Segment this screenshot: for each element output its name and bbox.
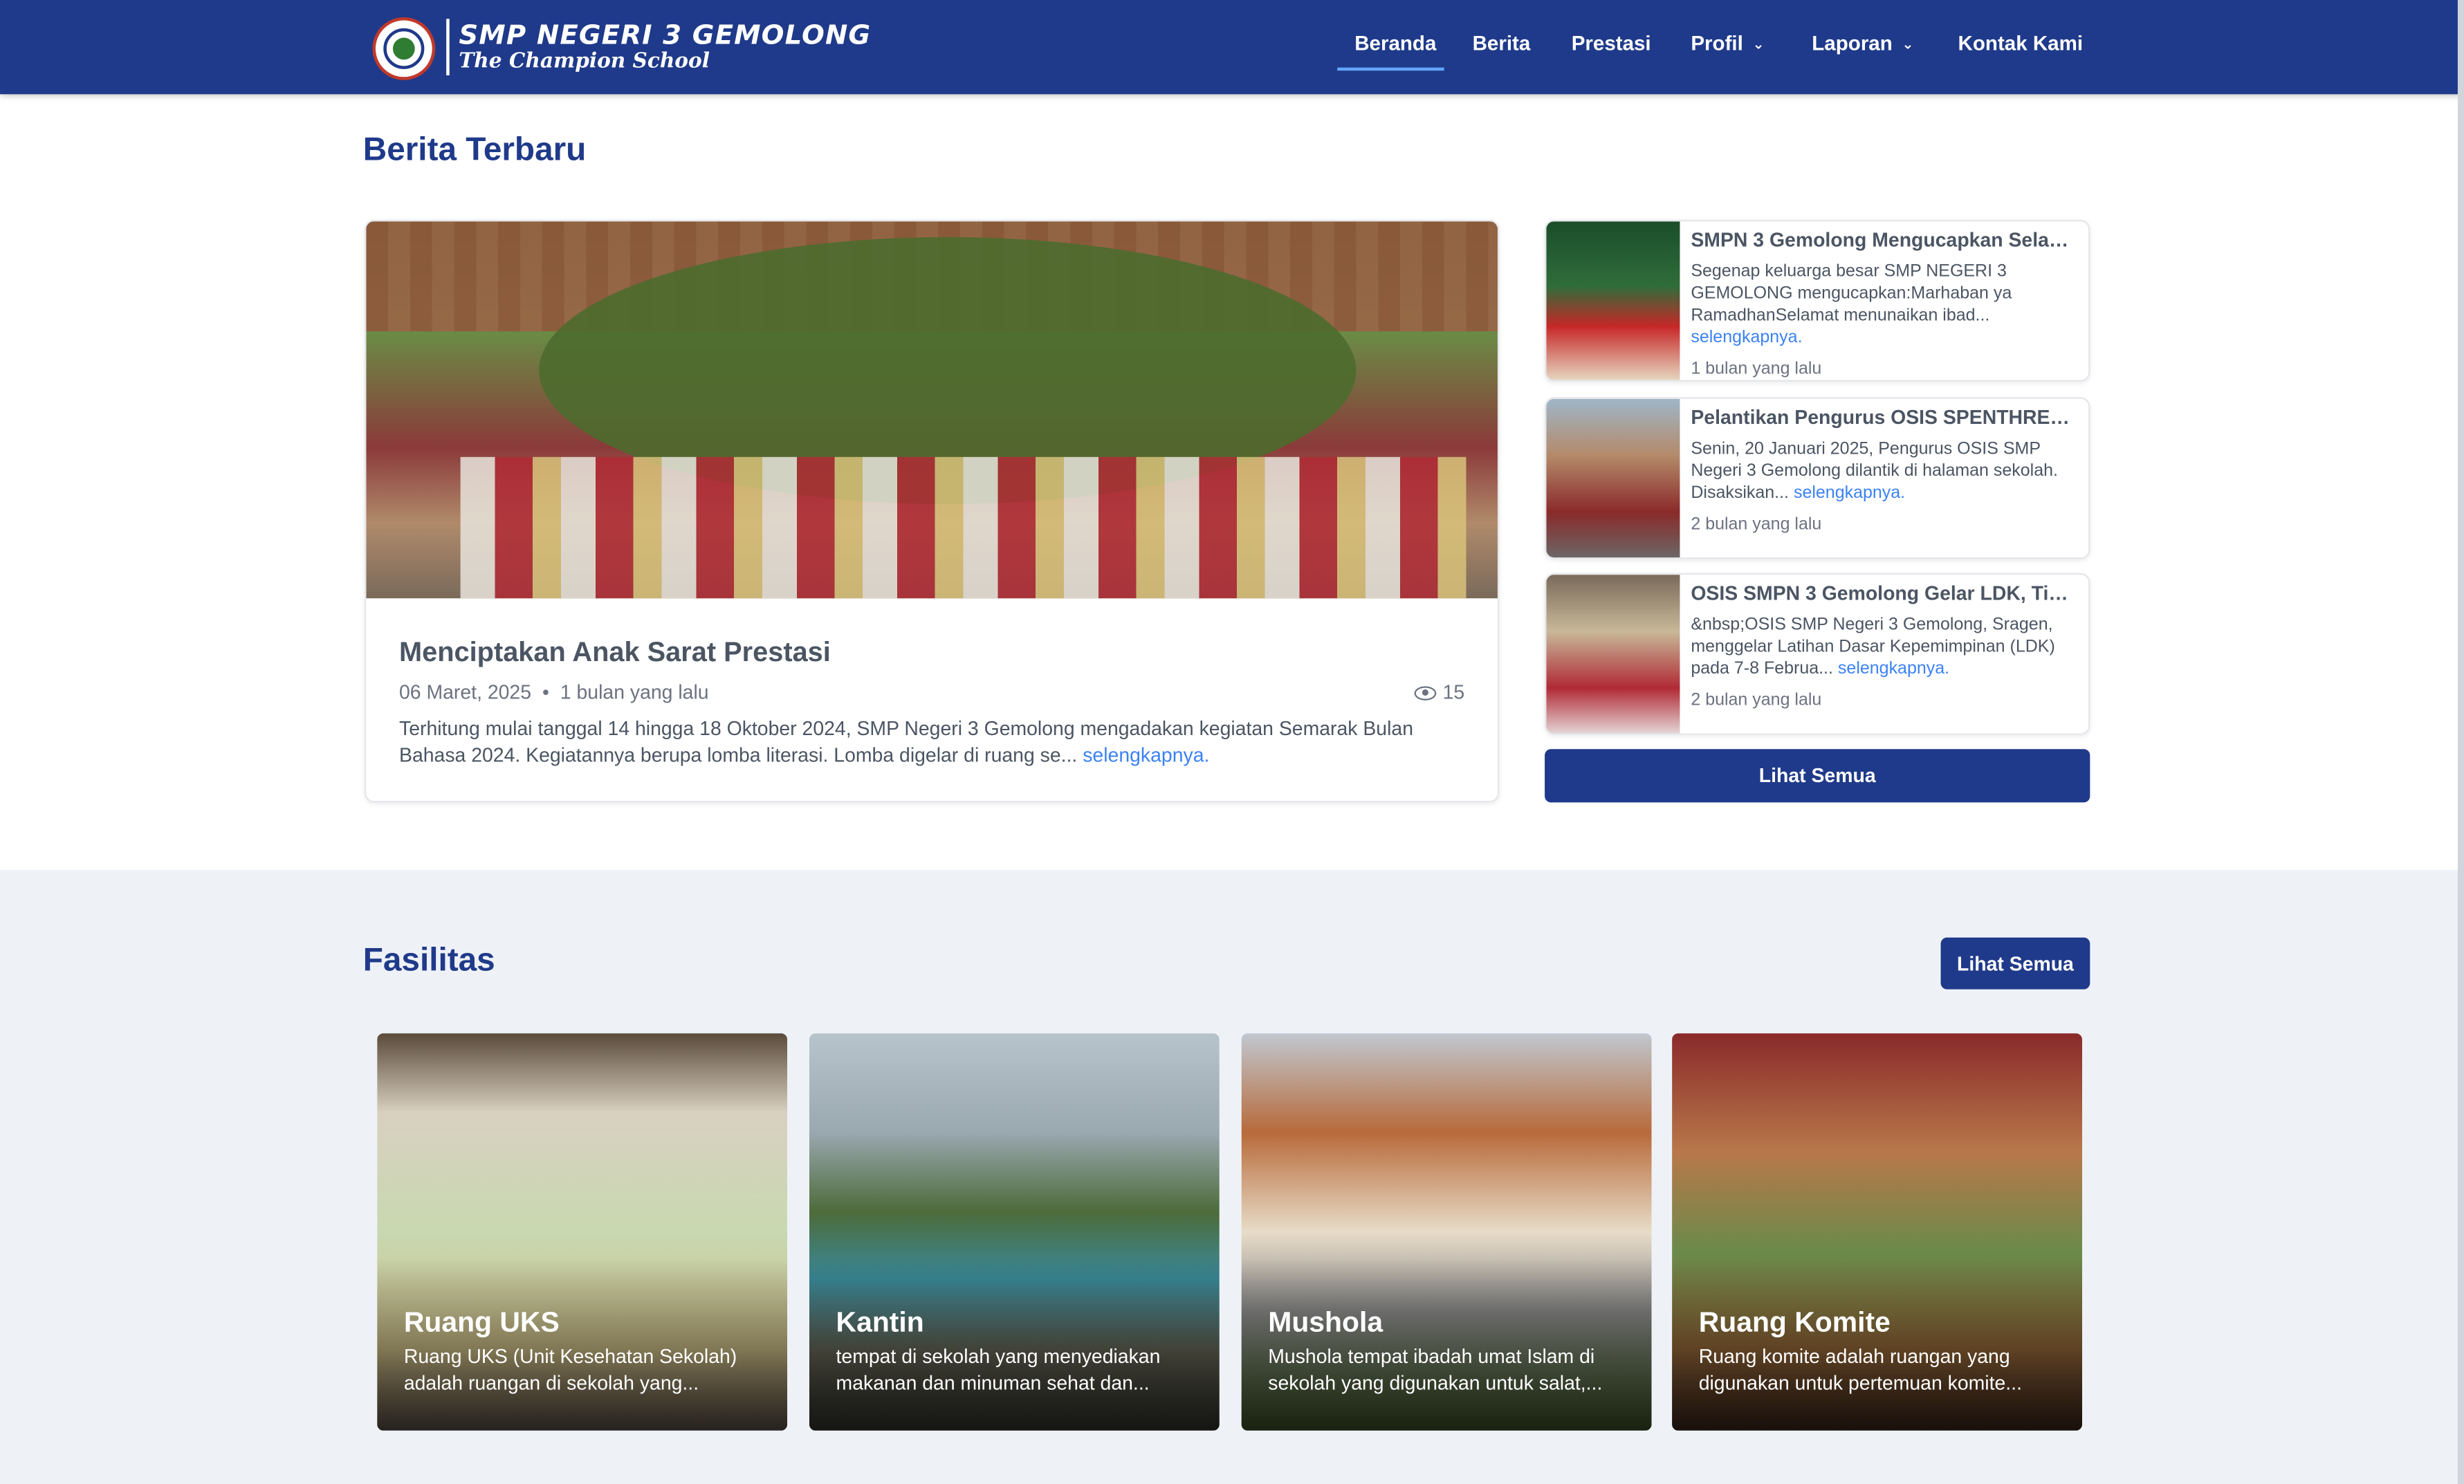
nav-profil-label: Profil: [1691, 31, 1743, 55]
nav-active-indicator: [1337, 67, 1444, 71]
news-see-all-button[interactable]: Lihat Semua: [1545, 749, 2090, 803]
facility-card[interactable]: Kantin tempat di sekolah yang menyediaka…: [809, 1033, 1220, 1431]
facility-description: Ruang UKS (Unit Kesehatan Sekolah) adala…: [403, 1346, 737, 1395]
featured-news-relative-time: 1 bulan yang lalu: [560, 681, 709, 704]
news-list-item[interactable]: Pelantikan Pengurus OSIS SPENTHREEGEMOL …: [1545, 397, 2090, 559]
facilities-see-all-button[interactable]: Lihat Semua: [1940, 937, 2090, 990]
news-thumbnail[interactable]: [1546, 221, 1680, 380]
nav-beranda[interactable]: Beranda: [1354, 31, 1436, 55]
facility-name: Ruang UKS: [403, 1306, 560, 1338]
news-item-time: 2 bulan yang lalu: [1691, 691, 1822, 710]
featured-news-date: 06 Maret, 2025: [399, 681, 532, 704]
nav-berita[interactable]: Berita: [1473, 31, 1531, 55]
featured-news-read-more-link[interactable]: selengkapnya.: [1083, 744, 1209, 766]
facility-name: Mushola: [1268, 1306, 1383, 1338]
featured-news-view-count: 15: [1442, 681, 1465, 704]
news-item-title[interactable]: SMPN 3 Gemolong Mengucapkan Selamat Menu…: [1691, 230, 2077, 252]
news-item-excerpt: Senin, 20 Januari 2025, Pengurus OSIS SM…: [1691, 438, 2077, 504]
featured-news-title[interactable]: Menciptakan Anak Sarat Prestasi: [399, 636, 831, 669]
facility-description: Mushola tempat ibadah umat Islam di seko…: [1268, 1346, 1603, 1395]
featured-news-excerpt: Terhitung mulai tanggal 14 hingga 18 Okt…: [399, 716, 1468, 770]
news-item-excerpt-text: Segenap keluarga besar SMP NEGERI 3 GEMO…: [1691, 262, 2012, 326]
top-navbar: SMP NEGERI 3 GEMOLONG The Champion Schoo…: [0, 0, 2464, 95]
facilities-section-title: Fasilitas: [362, 942, 495, 978]
facility-description: Ruang komite adalah ruangan yang digunak…: [1698, 1346, 2022, 1395]
facility-card[interactable]: Ruang UKS Ruang UKS (Unit Kesehatan Seko…: [377, 1033, 788, 1431]
news-thumbnail[interactable]: [1546, 398, 1680, 558]
nav-laporan[interactable]: Laporan ⌄: [1812, 31, 1913, 55]
news-item-read-more-link[interactable]: selengkapnya.: [1838, 660, 1949, 678]
news-item-read-more-link[interactable]: selengkapnya.: [1794, 483, 1905, 502]
logo-core: [392, 37, 415, 60]
news-list-item[interactable]: OSIS SMPN 3 Gemolong Gelar LDK, Tingkatk…: [1545, 573, 2090, 735]
chevron-down-icon: ⌄: [1902, 36, 1914, 53]
featured-news-meta: 06 Maret, 2025 • 1 bulan yang lalu: [399, 682, 709, 704]
nav-profil[interactable]: Profil ⌄: [1691, 31, 1764, 55]
facility-name: Ruang Komite: [1698, 1306, 1891, 1338]
nav-prestasi-label: Prestasi: [1571, 31, 1651, 55]
featured-news-excerpt-text: Terhitung mulai tanggal 14 hingga 18 Okt…: [399, 717, 1414, 767]
eye-icon: [1414, 686, 1437, 701]
news-item-read-more-link[interactable]: selengkapnya.: [1691, 328, 1802, 347]
news-item-time: 2 bulan yang lalu: [1691, 514, 1822, 535]
facility-card[interactable]: Mushola Mushola tempat ibadah umat Islam…: [1241, 1033, 1652, 1431]
news-thumbnail[interactable]: [1546, 575, 1680, 734]
school-logo-icon[interactable]: [372, 17, 436, 80]
facility-card[interactable]: Ruang Komite Ruang komite adalah ruangan…: [1672, 1033, 2083, 1431]
logo-divider: [446, 19, 450, 76]
news-item-excerpt: &nbsp;OSIS SMP Negeri 3 Gemolong, Sragen…: [1691, 614, 2077, 680]
nav-kontak[interactable]: Kontak Kami: [1958, 31, 2084, 55]
nav-beranda-label: Beranda: [1354, 31, 1437, 55]
facility-description: tempat di sekolah yang menyediakan makan…: [836, 1346, 1161, 1395]
news-list-item[interactable]: SMPN 3 Gemolong Mengucapkan Selamat Menu…: [1545, 219, 2090, 382]
brand-tagline: The Champion School: [459, 50, 710, 74]
facility-name: Kantin: [836, 1306, 924, 1338]
nav-prestasi[interactable]: Prestasi: [1572, 31, 1651, 55]
news-item-excerpt: Segenap keluarga besar SMP NEGERI 3 GEMO…: [1691, 261, 2077, 349]
nav-laporan-label: Laporan: [1812, 31, 1893, 55]
meta-separator: •: [542, 681, 549, 704]
nav-berita-label: Berita: [1472, 31, 1531, 55]
featured-news-card[interactable]: Menciptakan Anak Sarat Prestasi 06 Maret…: [365, 219, 1500, 803]
featured-news-views: 15: [1414, 681, 1465, 704]
brand-name[interactable]: SMP NEGERI 3 GEMOLONG: [459, 21, 871, 52]
page-scrollbar[interactable]: [2457, 0, 2464, 1484]
news-item-time: 1 bulan yang lalu: [1691, 360, 1822, 379]
news-section-title: Berita Terbaru: [362, 131, 587, 168]
chevron-down-icon: ⌄: [1752, 36, 1765, 53]
nav-kontak-label: Kontak Kami: [1958, 31, 2084, 55]
featured-news-image[interactable]: [366, 221, 1498, 599]
news-item-title[interactable]: Pelantikan Pengurus OSIS SPENTHREEGEMOL: [1691, 407, 2077, 429]
news-item-title[interactable]: OSIS SMPN 3 Gemolong Gelar LDK, Tingkatk…: [1691, 583, 2077, 605]
photo-people: [460, 456, 1467, 599]
page: SMP NEGERI 3 GEMOLONG The Champion Schoo…: [0, 0, 2464, 1484]
